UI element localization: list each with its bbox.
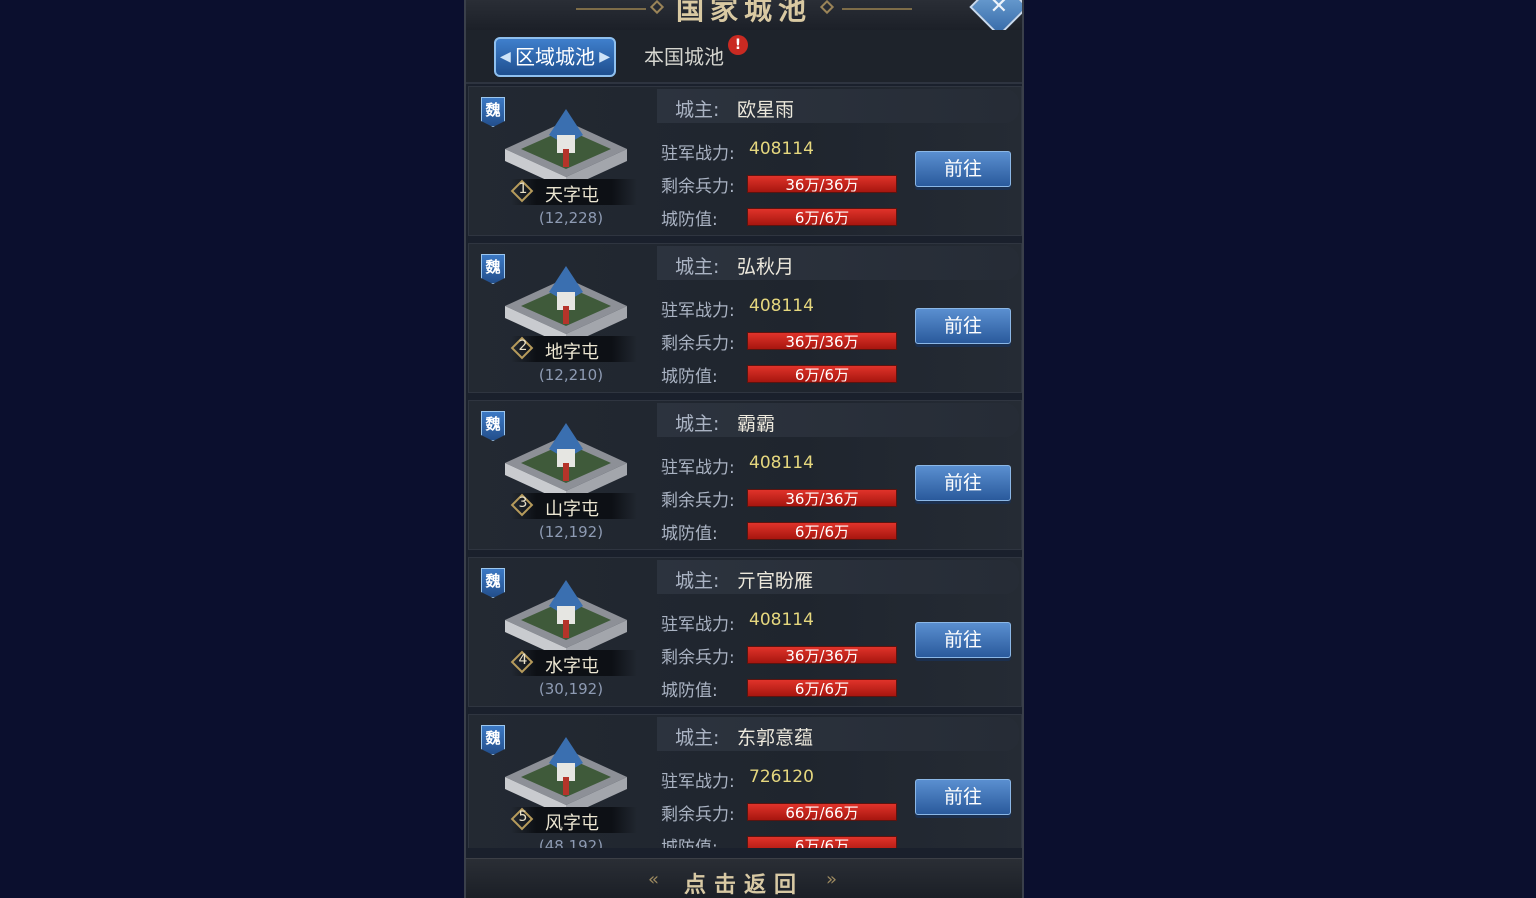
defense-label: 城防值: [661, 210, 718, 230]
defense-label: 城防值: [661, 367, 718, 387]
tab-national-cities[interactable]: 本国城池 [636, 37, 732, 77]
power-value: 408114 [749, 453, 814, 473]
troops-value: 36万/36万 [785, 333, 859, 351]
troops-value: 36万/36万 [785, 490, 859, 508]
defense-bar: 6万/6万 [747, 836, 897, 848]
city-list[interactable]: 魏 1 天字屯 (12,228) 城主: 欧星雨 驻军战力: 408114 剩余… [468, 86, 1022, 848]
game-screen: { "window": { "title": "国家城池", "close_ic… [0, 0, 1536, 898]
defense-value: 6万/6万 [794, 837, 850, 848]
lord-name: 亓官盼雁 [737, 570, 814, 592]
city-coords[interactable]: (12,228) [521, 209, 621, 227]
lord-name: 霸霸 [737, 413, 776, 435]
power-label: 驻军战力: [661, 615, 735, 635]
city-name: 地字屯 [545, 342, 599, 363]
defense-bar: 6万/6万 [747, 365, 897, 384]
defense-value: 6万/6万 [794, 366, 850, 384]
chevron-right-icon: ▶ [599, 49, 610, 65]
city-coords[interactable]: (12,210) [521, 366, 621, 384]
fortress-icon [505, 423, 627, 503]
city-card: 魏 2 地字屯 (12,210) 城主: 弘秋月 驻军战力: 408114 剩余… [468, 243, 1022, 393]
tab-regional-cities[interactable]: ◀ 区域城池 ▶ [494, 37, 616, 77]
alert-icon: ! [728, 35, 748, 55]
troops-bar: 66万/66万 [747, 803, 897, 822]
power-label: 驻军战力: [661, 458, 735, 478]
go-button[interactable]: 前往 [915, 151, 1011, 187]
troops-bar: 36万/36万 [747, 646, 897, 665]
troops-bar: 36万/36万 [747, 175, 897, 194]
defense-value: 6万/6万 [794, 523, 850, 541]
city-card: 魏 5 风字屯 (48,192) 城主: 东郭意蕴 驻军战力: 726120 剩… [468, 714, 1022, 848]
fortress-icon [505, 580, 627, 660]
fortress-icon [505, 737, 627, 817]
power-label: 驻军战力: [661, 301, 735, 321]
back-button[interactable]: « 点击返回 » [466, 858, 1022, 898]
city-name: 山字屯 [545, 499, 599, 520]
city-card: 魏 1 天字屯 (12,228) 城主: 欧星雨 驻军战力: 408114 剩余… [468, 86, 1022, 236]
lord-label: 城主: [675, 727, 720, 749]
troops-label: 剩余兵力: [661, 334, 735, 354]
troops-label: 剩余兵力: [661, 491, 735, 511]
defense-value: 6万/6万 [794, 209, 850, 227]
city-rank: 2 [518, 338, 528, 354]
defense-label: 城防值: [661, 524, 718, 544]
city-coords[interactable]: (12,192) [521, 523, 621, 541]
lord-name: 欧星雨 [737, 99, 795, 121]
fortress-icon [505, 109, 627, 189]
power-value: 408114 [749, 296, 814, 316]
power-value: 408114 [749, 139, 814, 159]
lord-label: 城主: [675, 256, 720, 278]
fortress-icon [505, 266, 627, 346]
go-button[interactable]: 前往 [915, 308, 1011, 344]
chevron-left-icon: ◀ [500, 49, 511, 65]
defense-label: 城防值: [661, 681, 718, 701]
troops-value: 36万/36万 [785, 647, 859, 665]
troops-label: 剩余兵力: [661, 805, 735, 825]
defense-bar: 6万/6万 [747, 208, 897, 227]
city-name: 水字屯 [545, 656, 599, 677]
title-bar: 国家城池 ✕ [466, 0, 1022, 37]
defense-value: 6万/6万 [794, 680, 850, 698]
go-button[interactable]: 前往 [915, 622, 1011, 658]
go-button[interactable]: 前往 [915, 779, 1011, 815]
troops-value: 66万/66万 [785, 804, 859, 822]
city-coords[interactable]: (30,192) [521, 680, 621, 698]
city-card: 魏 4 水字屯 (30,192) 城主: 亓官盼雁 驻军战力: 408114 剩… [468, 557, 1022, 707]
window-title: 国家城池 [675, 0, 812, 26]
city-rank: 4 [518, 652, 528, 668]
defense-label: 城防值: [661, 838, 718, 848]
city-rank: 5 [518, 809, 528, 825]
city-list-panel: 国家城池 ✕ ◀ 区域城池 ▶ 本国城池 ! 魏 1 天字屯 (12,228) … [464, 0, 1024, 898]
close-icon[interactable]: ✕ [990, 0, 1008, 19]
troops-bar: 36万/36万 [747, 489, 897, 508]
power-label: 驻军战力: [661, 772, 735, 792]
tab-label: 本国城池 [644, 45, 724, 69]
city-coords[interactable]: (48,192) [521, 837, 621, 848]
back-label: 点击返回 [683, 873, 804, 898]
chevron-right-icon: » [826, 869, 838, 890]
lord-label: 城主: [675, 99, 720, 121]
city-card: 魏 3 山字屯 (12,192) 城主: 霸霸 驻军战力: 408114 剩余兵… [468, 400, 1022, 550]
power-value: 726120 [749, 767, 814, 787]
defense-bar: 6万/6万 [747, 679, 897, 698]
city-rank: 1 [518, 181, 528, 197]
troops-value: 36万/36万 [785, 176, 859, 194]
tab-bar: ◀ 区域城池 ▶ 本国城池 ! [466, 30, 1022, 84]
lord-label: 城主: [675, 413, 720, 435]
title-deco-right [842, 8, 912, 10]
power-label: 驻军战力: [661, 144, 735, 164]
power-value: 408114 [749, 610, 814, 630]
troops-bar: 36万/36万 [747, 332, 897, 351]
troops-label: 剩余兵力: [661, 648, 735, 668]
city-name: 风字屯 [545, 813, 599, 834]
city-rank: 3 [518, 495, 528, 511]
go-button[interactable]: 前往 [915, 465, 1011, 501]
troops-label: 剩余兵力: [661, 177, 735, 197]
defense-bar: 6万/6万 [747, 522, 897, 541]
lord-label: 城主: [675, 570, 720, 592]
lord-name: 东郭意蕴 [737, 727, 814, 749]
lord-name: 弘秋月 [737, 256, 795, 278]
tab-label: 区域城池 [515, 45, 595, 69]
city-name: 天字屯 [545, 185, 599, 206]
